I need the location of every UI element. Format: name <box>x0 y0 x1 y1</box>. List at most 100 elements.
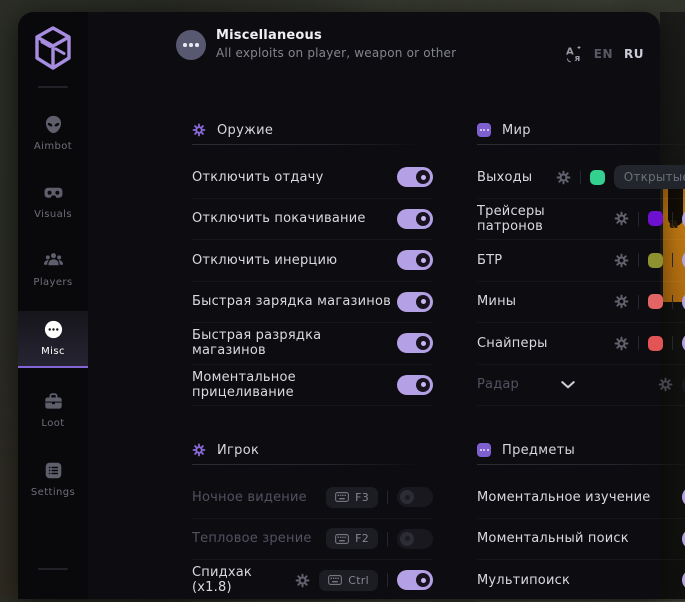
sidebar-item-label: Aimbot <box>34 141 72 152</box>
dots-badge-icon <box>477 443 491 457</box>
sidebar-item-label: Players <box>33 277 72 288</box>
gear-icon <box>192 123 206 137</box>
column-right: Мир Выходы Открытые <box>477 106 685 602</box>
gear-icon[interactable] <box>614 211 629 226</box>
section-header-weapon: Оружие <box>192 116 433 144</box>
expand-chevron-down-icon[interactable] <box>561 381 575 389</box>
toggle-knob <box>416 336 430 350</box>
gear-icon[interactable] <box>614 253 629 268</box>
color-swatch[interactable] <box>648 336 663 351</box>
feature-row-fast-reload: Быстрая зарядка магазинов <box>192 282 433 324</box>
toggle-knob <box>416 170 430 184</box>
section-header-world: Мир <box>477 116 685 144</box>
vr-goggles-icon <box>43 182 64 203</box>
feature-row-instant-research: Моментальное изучение <box>477 477 685 519</box>
lang-option-en[interactable]: EN <box>594 47 613 61</box>
feature-row-night-vision: Ночное видение F3 <box>192 477 433 519</box>
section-divider <box>192 464 433 465</box>
toggle-knob <box>416 295 430 309</box>
sidebar-divider-top <box>38 86 68 88</box>
sidebar-item-visuals[interactable]: Visuals <box>18 174 88 229</box>
alien-icon <box>43 114 64 135</box>
feature-label: Моментальное изучение <box>477 490 682 505</box>
feature-row-no-recoil: Отключить отдачу <box>192 157 433 199</box>
feature-row-radar: Радар <box>477 365 685 407</box>
exits-dropdown[interactable]: Открытые <box>614 165 685 189</box>
divider <box>638 253 639 267</box>
gear-icon[interactable] <box>658 377 673 392</box>
sidebar-item-players[interactable]: Players <box>18 242 88 297</box>
feature-label: Мины <box>477 294 614 309</box>
dot <box>183 43 187 47</box>
keybind-badge[interactable]: Ctrl <box>319 570 378 591</box>
page-subtitle: All exploits on player, weapon or other <box>216 46 456 60</box>
section-title: Предметы <box>502 443 575 458</box>
gear-icon[interactable] <box>614 336 629 351</box>
keybind-label: F3 <box>355 491 369 504</box>
feature-row-instant-aim: Моментальное прицеливание <box>192 365 433 407</box>
keyboard-icon <box>335 534 349 544</box>
feature-label: Мультипоиск <box>477 573 682 588</box>
language-switcher: EN RU <box>565 45 644 63</box>
cheat-menu-window: Aimbot Visuals Players Misc Loot Setting… <box>18 12 660 599</box>
lang-option-ru[interactable]: RU <box>624 47 644 61</box>
section-rows-weapon: Отключить отдачу Отключить покачивание О… <box>192 157 433 406</box>
keyboard-icon <box>328 575 342 585</box>
sidebar-item-aimbot[interactable]: Aimbot <box>18 106 88 161</box>
keybind-badge[interactable]: F2 <box>326 528 378 549</box>
divider <box>672 336 673 350</box>
keybind-badge[interactable]: F3 <box>326 487 378 508</box>
toggle-switch[interactable] <box>397 529 433 549</box>
toggle-switch[interactable] <box>397 167 433 187</box>
toggle-switch[interactable] <box>397 570 433 590</box>
people-group-icon <box>43 250 64 271</box>
feature-row-bullet-tracers: Трейсеры патронов <box>477 199 685 241</box>
divider <box>638 336 639 350</box>
color-swatch[interactable] <box>648 253 663 268</box>
section-rows-player: Ночное видение F3 Тепловое зрение <box>192 477 433 602</box>
feature-label: Снайперы <box>477 336 614 351</box>
toggle-switch[interactable] <box>397 292 433 312</box>
toggle-switch[interactable] <box>397 209 433 229</box>
sidebar-item-settings[interactable]: Settings <box>18 452 88 507</box>
section-divider <box>477 464 685 465</box>
divider <box>580 170 581 184</box>
sidebar-item-label: Visuals <box>34 209 72 220</box>
divider <box>387 573 388 587</box>
feature-row-mines: Мины <box>477 282 685 324</box>
toggle-switch[interactable] <box>397 375 433 395</box>
color-swatch[interactable] <box>590 170 605 185</box>
sidebar-item-label: Loot <box>41 418 64 429</box>
main-content: Miscellaneous All exploits on player, we… <box>88 12 660 599</box>
feature-row-exits: Выходы Открытые <box>477 157 685 199</box>
color-swatch[interactable] <box>648 294 663 309</box>
feature-label: Спидхак (x1.8) <box>192 565 295 595</box>
section-header-player: Игрок <box>192 436 433 464</box>
feature-label: Отключить инерцию <box>192 253 397 268</box>
feature-label: Ночное видение <box>192 490 326 505</box>
feature-label: Тепловое зрение <box>192 531 326 546</box>
translate-icon[interactable] <box>565 45 583 63</box>
page-title: Miscellaneous <box>216 28 322 43</box>
toggle-knob <box>416 212 430 226</box>
keyboard-icon <box>335 492 349 502</box>
color-swatch[interactable] <box>648 211 663 226</box>
feature-label: Моментальное прицеливание <box>192 370 397 400</box>
gear-icon[interactable] <box>614 294 629 309</box>
column-left: Оружие Отключить отдачу Отключить покачи… <box>192 106 433 602</box>
sidebar-item-misc[interactable]: Misc <box>18 311 88 368</box>
section-divider <box>192 144 433 145</box>
toggle-switch[interactable] <box>397 250 433 270</box>
sidebar: Aimbot Visuals Players Misc Loot Setting… <box>18 12 88 599</box>
toggle-switch[interactable] <box>397 333 433 353</box>
gear-icon[interactable] <box>295 573 310 588</box>
keybind-label: F2 <box>355 532 369 545</box>
sidebar-divider-bottom <box>38 568 68 570</box>
divider <box>638 295 639 309</box>
toggle-knob <box>416 253 430 267</box>
toggle-switch[interactable] <box>397 487 433 507</box>
sidebar-item-loot[interactable]: Loot <box>18 383 88 438</box>
gear-icon[interactable] <box>556 170 571 185</box>
dot <box>195 43 199 47</box>
feature-label: Быстрая разрядка магазинов <box>192 328 397 358</box>
